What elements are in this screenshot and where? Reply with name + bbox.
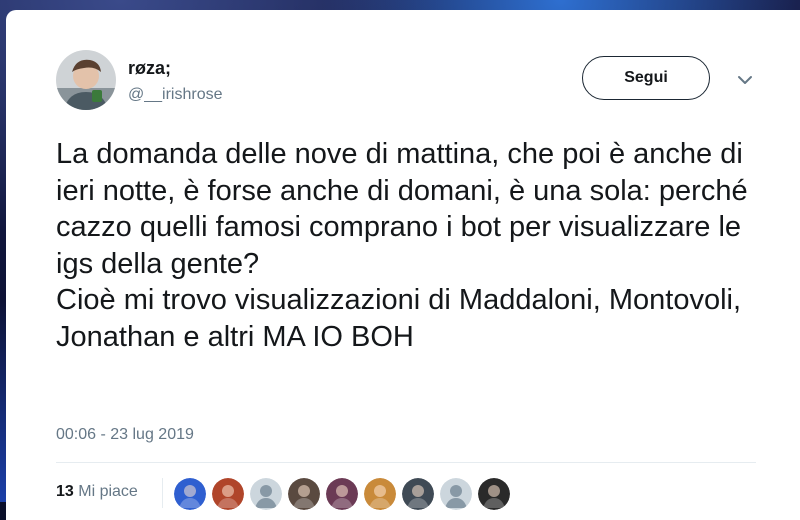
stats-separator <box>162 478 163 508</box>
likes-label: Mi piace <box>78 483 138 500</box>
tweet-timestamp[interactable]: 00:06 - 23 lug 2019 <box>56 426 194 444</box>
display-name[interactable]: røza; <box>128 58 171 79</box>
liker-avatar[interactable] <box>326 478 358 510</box>
liker-avatar[interactable] <box>478 478 510 510</box>
liker-avatar[interactable] <box>174 478 206 510</box>
liker-avatar[interactable] <box>288 478 320 510</box>
tweet-card: røza; @__irishrose Segui La domanda dell… <box>6 10 800 520</box>
likers-avatar-list <box>174 478 510 510</box>
follow-button[interactable]: Segui <box>582 56 710 100</box>
default-profile-icon[interactable] <box>250 478 282 510</box>
default-profile-icon[interactable] <box>440 478 472 510</box>
liker-avatar[interactable] <box>402 478 434 510</box>
divider <box>56 462 756 463</box>
liker-avatar[interactable] <box>212 478 244 510</box>
chevron-down-icon[interactable] <box>734 72 756 88</box>
liker-avatar[interactable] <box>364 478 396 510</box>
user-handle[interactable]: @__irishrose <box>128 86 223 104</box>
likes-count[interactable]: 13 Mi piace <box>56 483 138 501</box>
likes-number: 13 <box>56 483 74 500</box>
tweet-text: La domanda delle nove di mattina, che po… <box>56 138 748 353</box>
avatar[interactable] <box>56 50 116 110</box>
